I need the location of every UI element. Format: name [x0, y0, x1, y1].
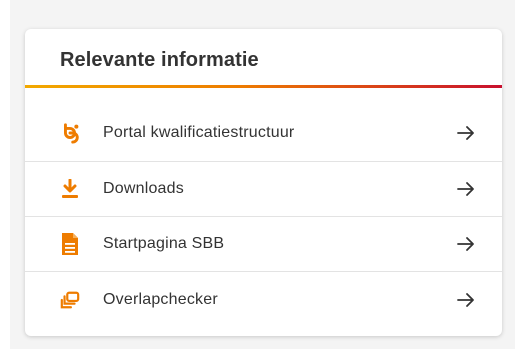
link-downloads[interactable]: Downloads — [25, 162, 502, 217]
relevant-info-card: Relevante informatie Portal kwalificatie… — [25, 29, 502, 336]
link-portal-kwalificatiestructuur[interactable]: Portal kwalificatiestructuur — [25, 105, 502, 162]
link-label: Startpagina SBB — [103, 235, 225, 252]
link-label: Overlapchecker — [103, 290, 218, 308]
portal-logo-icon — [60, 121, 80, 145]
card-header: Relevante informatie — [25, 29, 502, 88]
link-overlapchecker[interactable]: Overlapchecker — [25, 272, 502, 327]
link-list: Portal kwalificatiestructuur Downloads S… — [25, 105, 502, 327]
card-title: Relevante informatie — [60, 49, 259, 71]
link-label: Portal kwalificatiestructuur — [103, 124, 295, 141]
gradient-accent-line — [25, 85, 502, 88]
download-icon — [60, 177, 80, 201]
arrow-right-icon — [456, 179, 476, 199]
arrow-right-icon — [456, 123, 476, 143]
overlap-icon — [60, 288, 80, 312]
arrow-right-icon — [456, 234, 476, 254]
document-icon — [60, 232, 80, 256]
page: Relevante informatie Portal kwalificatie… — [0, 0, 515, 349]
link-label: Downloads — [103, 180, 184, 197]
link-startpagina-sbb[interactable]: Startpagina SBB — [25, 217, 502, 272]
left-edge — [0, 0, 10, 349]
arrow-right-icon — [456, 290, 476, 310]
